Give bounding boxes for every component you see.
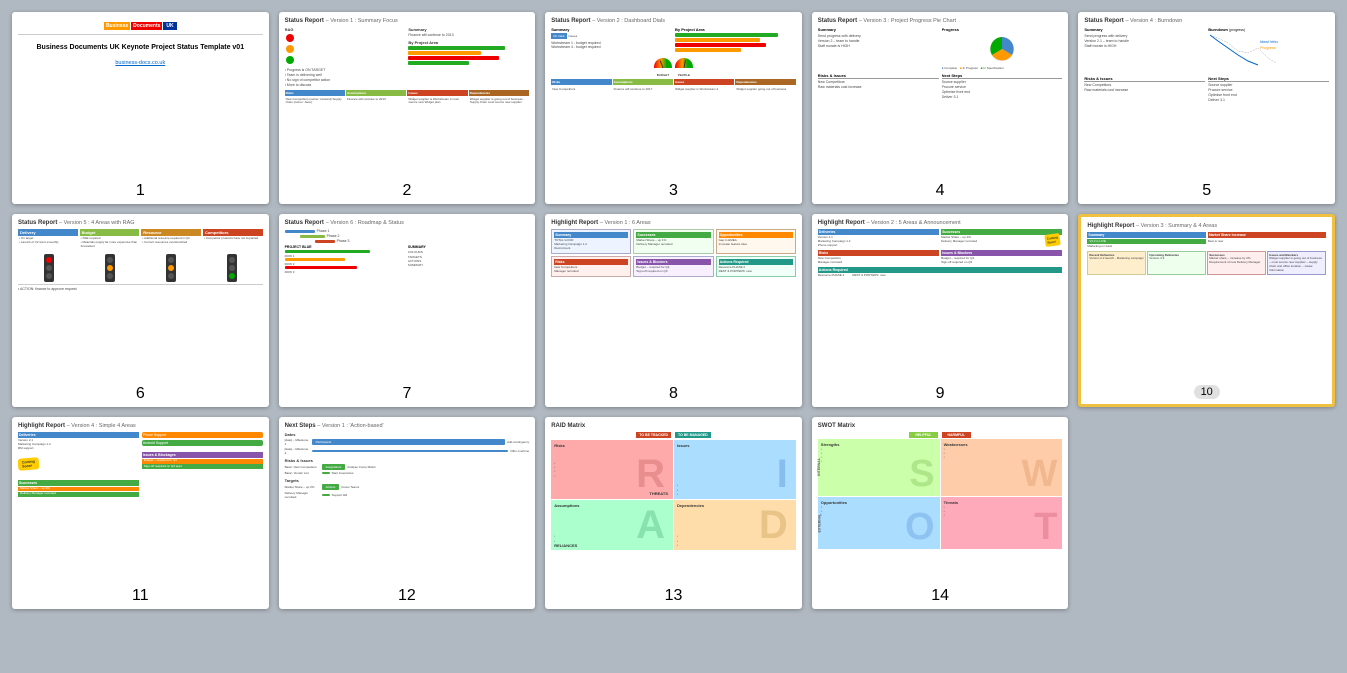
svg-text:Ideal Velocity: Ideal Velocity [1260,39,1278,44]
logo-business: Business [104,22,130,30]
slide-3-number-wrap: 3 [545,180,802,204]
slide-7-title: Status Report – Version 6 : Roadmap & St… [285,220,530,226]
slide-14[interactable]: SWOT Matrix HELPFUL HARMFUL Strengths ••… [812,417,1069,609]
slide-11[interactable]: Highlight Report – Version 4 : Simple 4 … [12,417,269,609]
slide-9[interactable]: Highlight Report – Version 2 : 5 Areas &… [812,214,1069,406]
slide-5-number-wrap: 5 [1078,180,1335,204]
slide-grid: Business Documents UK Business Documents… [12,12,1335,609]
slide-14-title: SWOT Matrix [818,423,1063,429]
slide-10[interactable]: Highlight Report – Version 3 : Summary &… [1078,214,1335,406]
slide-2[interactable]: Status Report – Version 1 : Summary Focu… [279,12,536,204]
logo-uk: UK [163,22,176,30]
traffic-light-3 [166,254,176,282]
slide-3[interactable]: Status Report – Version 2 : Dashboard Di… [545,12,802,204]
slide-9-number-wrap: 9 [812,383,1069,407]
slide-3-title: Status Report – Version 2 : Dashboard Di… [551,18,796,24]
slide-number: 3 [669,182,678,199]
slide-12-number-wrap: 12 [279,585,536,609]
slide-number: 4 [936,182,945,199]
slide-4[interactable]: Status Report – Version 3 : Project Prog… [812,12,1069,204]
slide-number: 2 [402,182,411,199]
slide-1-title: Business Documents UK Keynote Project St… [18,43,263,54]
slide-1[interactable]: Business Documents UK Business Documents… [12,12,269,204]
slide-8-title: Highlight Report – Version 1 : 6 Areas [551,220,796,226]
slide-8[interactable]: Highlight Report – Version 1 : 6 Areas S… [545,214,802,406]
slide-number: 8 [669,385,678,402]
traffic-light-1 [44,254,54,282]
slide-11-number-wrap: 11 [12,585,269,609]
slide-5[interactable]: Status Report – Version 4 : Burndown Sum… [1078,12,1335,204]
svg-text:Progress: Progress [1260,45,1276,50]
slide-10-number-wrap: 10 [1081,380,1332,404]
slide-2-title: Status Report – Version 1 : Summary Focu… [285,18,530,24]
slide-13[interactable]: RAID Matrix TO BE TRACKED TO BE MANAGED … [545,417,802,609]
slide-8-number-wrap: 8 [545,383,802,407]
logo-documents: Documents [131,22,162,30]
slide-10-title: Highlight Report – Version 3 : Summary &… [1087,223,1326,229]
slide-13-title: RAID Matrix [551,423,796,429]
slide-13-number-wrap: 13 [545,585,802,609]
slide-number: 9 [936,385,945,402]
slide-9-title: Highlight Report – Version 2 : 5 Areas &… [818,220,1063,226]
slide-1-number-wrap: 1 [12,180,269,204]
slide-number: 6 [136,385,145,402]
slide-number: 14 [931,587,949,604]
slide-4-number-wrap: 4 [812,180,1069,204]
slide-5-title: Status Report – Version 4 : Burndown [1084,18,1329,24]
slide-12[interactable]: Next Steps – Version 1 : 'Action-based' … [279,417,536,609]
slide-6-number-wrap: 6 [12,383,269,407]
slide-number: 11 [132,587,149,604]
slide-2-number-wrap: 2 [279,180,536,204]
slide-6[interactable]: Status Report – Version 5 : 4 Areas with… [12,214,269,406]
slide-number: 1 [136,182,145,199]
slide-4-title: Status Report – Version 3 : Project Prog… [818,18,1063,24]
slide-12-title: Next Steps – Version 1 : 'Action-based' [285,423,530,429]
slide-number: 13 [665,587,683,604]
slide-number: 5 [1202,182,1211,199]
slide-number: 7 [402,385,411,402]
traffic-light-4 [227,254,237,282]
slide-7[interactable]: Status Report – Version 6 : Roadmap & St… [279,214,536,406]
slide-1-link[interactable]: business-docs.co.uk [18,60,263,66]
slide-number: 12 [398,587,416,604]
slide-6-title: Status Report – Version 5 : 4 Areas with… [18,220,263,226]
slide-11-title: Highlight Report – Version 4 : Simple 4 … [18,423,263,429]
slide-number: 10 [1194,385,1220,399]
traffic-light-2 [105,254,115,282]
slide-7-number-wrap: 7 [279,383,536,407]
slide-14-number-wrap: 14 [812,585,1069,609]
